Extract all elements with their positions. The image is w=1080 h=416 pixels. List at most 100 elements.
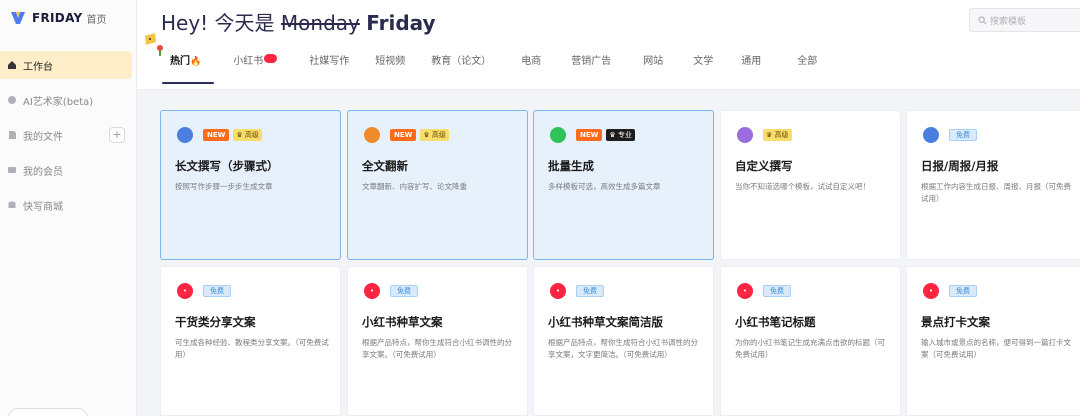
card-title: 批量生成 (548, 159, 594, 173)
card-description: 根据工作内容生成日报、周报、月报（可免费试用） (921, 182, 1071, 203)
template-card[interactable]: • 免费小红书种草文案简洁版根据产品特点，帮你生成符合小红书调性的分享文案，文字更… (533, 266, 714, 416)
card-tag: 免费 (576, 285, 604, 297)
card-tag: 免费 (949, 129, 977, 141)
header: Hey! 今天是 Monday Friday 搜索模板 热门🔥 小红书 社媒写作… (137, 0, 1080, 90)
card-tags: NEW ♛ 专业 (576, 129, 635, 141)
template-card[interactable]: NEW ♛ 高级 全文翻新 文章翻新、内容扩写、论文降重 (347, 110, 528, 260)
card-description: 根据产品特点，帮你生成符合小红书调性的分享文案，文字更简洁。（可免费试用） (548, 338, 698, 359)
friday-logo-icon (11, 12, 25, 24)
card-tag: ♛ 高级 (233, 129, 262, 141)
redbook-icon: • (737, 283, 753, 299)
pen-icon (177, 127, 193, 143)
card-tag: 免费 (763, 285, 791, 297)
tab-social[interactable]: 社媒写作 (296, 50, 362, 84)
card-icon (8, 167, 16, 173)
sidebar-item-my-files[interactable]: 我的文件 + (0, 121, 132, 149)
card-tag: NEW (203, 129, 230, 141)
greeting-prefix: Hey! 今天是 (161, 11, 275, 35)
sidebar-item-label: AI艺术家(beta) (23, 96, 94, 108)
sidebar-item-ai-artist[interactable]: AI艺术家(beta) (0, 86, 132, 114)
card-tag: 免费 (390, 285, 418, 297)
card-title: 干货类分享文案 (175, 315, 256, 329)
card-title: 小红书种草文案 (362, 315, 443, 329)
tab-general[interactable]: 通用 (728, 50, 774, 84)
card-tag: ♛ 专业 (606, 129, 635, 141)
tab-marketing[interactable]: 营销广告 (558, 50, 624, 84)
logo[interactable]: FRIDAY 首页 (10, 8, 107, 28)
template-card[interactable]: NEW ♛ 专业批量生成多样模板可选，高效生成多篇文章 (533, 110, 714, 260)
tab-label: 全部 (797, 56, 818, 67)
sidebar-bottom-pill[interactable] (8, 408, 88, 416)
sidebar-item-label: 我的会员 (23, 166, 63, 178)
wechat-icon (550, 127, 566, 143)
card-tag: ♛ 高级 (763, 129, 792, 141)
sidebar: FRIDAY 首页 工作台 AI艺术家(beta) 我的文件 + 我的会员 快写… (0, 0, 137, 416)
sidebar-item-store[interactable]: 快写商城 (0, 191, 132, 219)
tab-literature[interactable]: 文学 (680, 50, 726, 84)
card-tag: 免费 (949, 285, 977, 297)
greeting: Hey! 今天是 Monday Friday (161, 7, 436, 36)
template-card[interactable]: • 免费 小红书笔记标题 为你的小红书笔记生成充满点击欲的标题（可免费试用） (720, 266, 901, 416)
card-description: 多样模板可选，高效生成多篇文章 (548, 182, 661, 191)
card-title: 日报/周报/月报 (921, 159, 999, 173)
tab-label: 营销广告 (571, 56, 612, 67)
card-tags: 免费 (203, 285, 231, 297)
card-description: 文章翻新、内容扩写、论文降重 (362, 182, 467, 191)
tab-label: 社媒写作 (309, 56, 350, 67)
card-title: 自定义撰写 (735, 159, 793, 173)
doc-icon (364, 127, 380, 143)
sidebar-item-membership[interactable]: 我的会员 (0, 156, 132, 184)
sidebar-item-label: 工作台 (23, 61, 53, 73)
home-icon (8, 61, 16, 69)
tab-label: 电商 (521, 56, 542, 67)
card-description: 按照写作步骤一步步生成文章 (175, 182, 273, 191)
tab-hot[interactable]: 热门🔥 (157, 50, 215, 84)
card-tags: 免费 (576, 285, 604, 297)
greeting-struck-day: Monday (280, 11, 360, 35)
home-link[interactable]: 首页 (87, 11, 107, 26)
template-card[interactable]: NEW ♛ 高级长文撰写（步骤式） 按照写作步骤一步步生成文章 (160, 110, 341, 260)
redbook-icon: • (177, 283, 193, 299)
card-tag: NEW (390, 129, 417, 141)
tab-all[interactable]: 全部 (784, 50, 830, 84)
search-icon (978, 15, 987, 24)
card-description: 可生成各种经验、教程类分享文案。（可免费试用） (175, 338, 329, 359)
fire-icon: 🔥 (190, 57, 202, 67)
tab-short-video[interactable]: 短视频 (362, 50, 418, 84)
card-tags: NEW ♛ 高级 (390, 129, 449, 141)
template-card[interactable]: ♛ 高级自定义撰写当你不知道选哪个模板，试试自定义吧！ (720, 110, 901, 260)
template-card[interactable]: • 免费 景点打卡文案 输入城市或景点的名称，便可得到一篇打卡文案（可免费试用） (906, 266, 1080, 416)
brand-name: FRIDAY (32, 11, 83, 25)
card-description: 当你不知道选哪个模板，试试自定义吧！ (735, 182, 870, 191)
sidebar-item-label: 我的文件 (23, 131, 63, 143)
card-title: 小红书笔记标题 (735, 315, 816, 329)
card-title: 小红书种草文案简洁版 (548, 315, 663, 329)
card-tags: ♛ 高级 (763, 129, 792, 141)
card-tag: NEW (576, 129, 603, 141)
tab-label: 文学 (693, 56, 714, 67)
pen-icon (923, 127, 939, 143)
template-card[interactable]: • 免费干货类分享文案可生成各种经验、教程类分享文案。（可免费试用） (160, 266, 341, 416)
redbook-icon: • (550, 283, 566, 299)
card-tags: 免费 (763, 285, 791, 297)
tab-label: 热门 (170, 56, 190, 67)
card-description: 根据产品特点，帮你生成符合小红书调性的分享文案。（可免费试用） (362, 338, 512, 359)
search-input[interactable]: 搜索模板 (969, 8, 1080, 32)
add-file-button[interactable]: + (109, 127, 125, 143)
card-tag: 免费 (203, 285, 231, 297)
tab-label: 通用 (741, 56, 762, 67)
tab-website[interactable]: 网站 (630, 50, 676, 84)
tab-education[interactable]: 教育（论文） (418, 50, 504, 84)
tab-redbook[interactable]: 小红书 (220, 50, 290, 84)
greeting-day: Friday (366, 11, 436, 35)
template-card[interactable]: • 免费 小红书种草文案 根据产品特点，帮你生成符合小红书调性的分享文案。（可免费试用… (347, 266, 528, 416)
tab-label: 小红书 (233, 56, 264, 67)
card-title: 景点打卡文案 (921, 315, 990, 329)
sidebar-item-workspace[interactable]: 工作台 (0, 51, 132, 79)
card-title: 长文撰写（步骤式） (175, 159, 279, 173)
category-tabs: 热门🔥 小红书 社媒写作 短视频 教育（论文） 电商 营销广告 网站 文学 通用… (157, 50, 830, 86)
tab-ecommerce[interactable]: 电商 (508, 50, 554, 84)
tab-label: 网站 (643, 56, 664, 67)
template-card[interactable]: 免费日报/周报/月报根据工作内容生成日报、周报、月报（可免费试用） (906, 110, 1080, 260)
store-icon (8, 201, 16, 208)
